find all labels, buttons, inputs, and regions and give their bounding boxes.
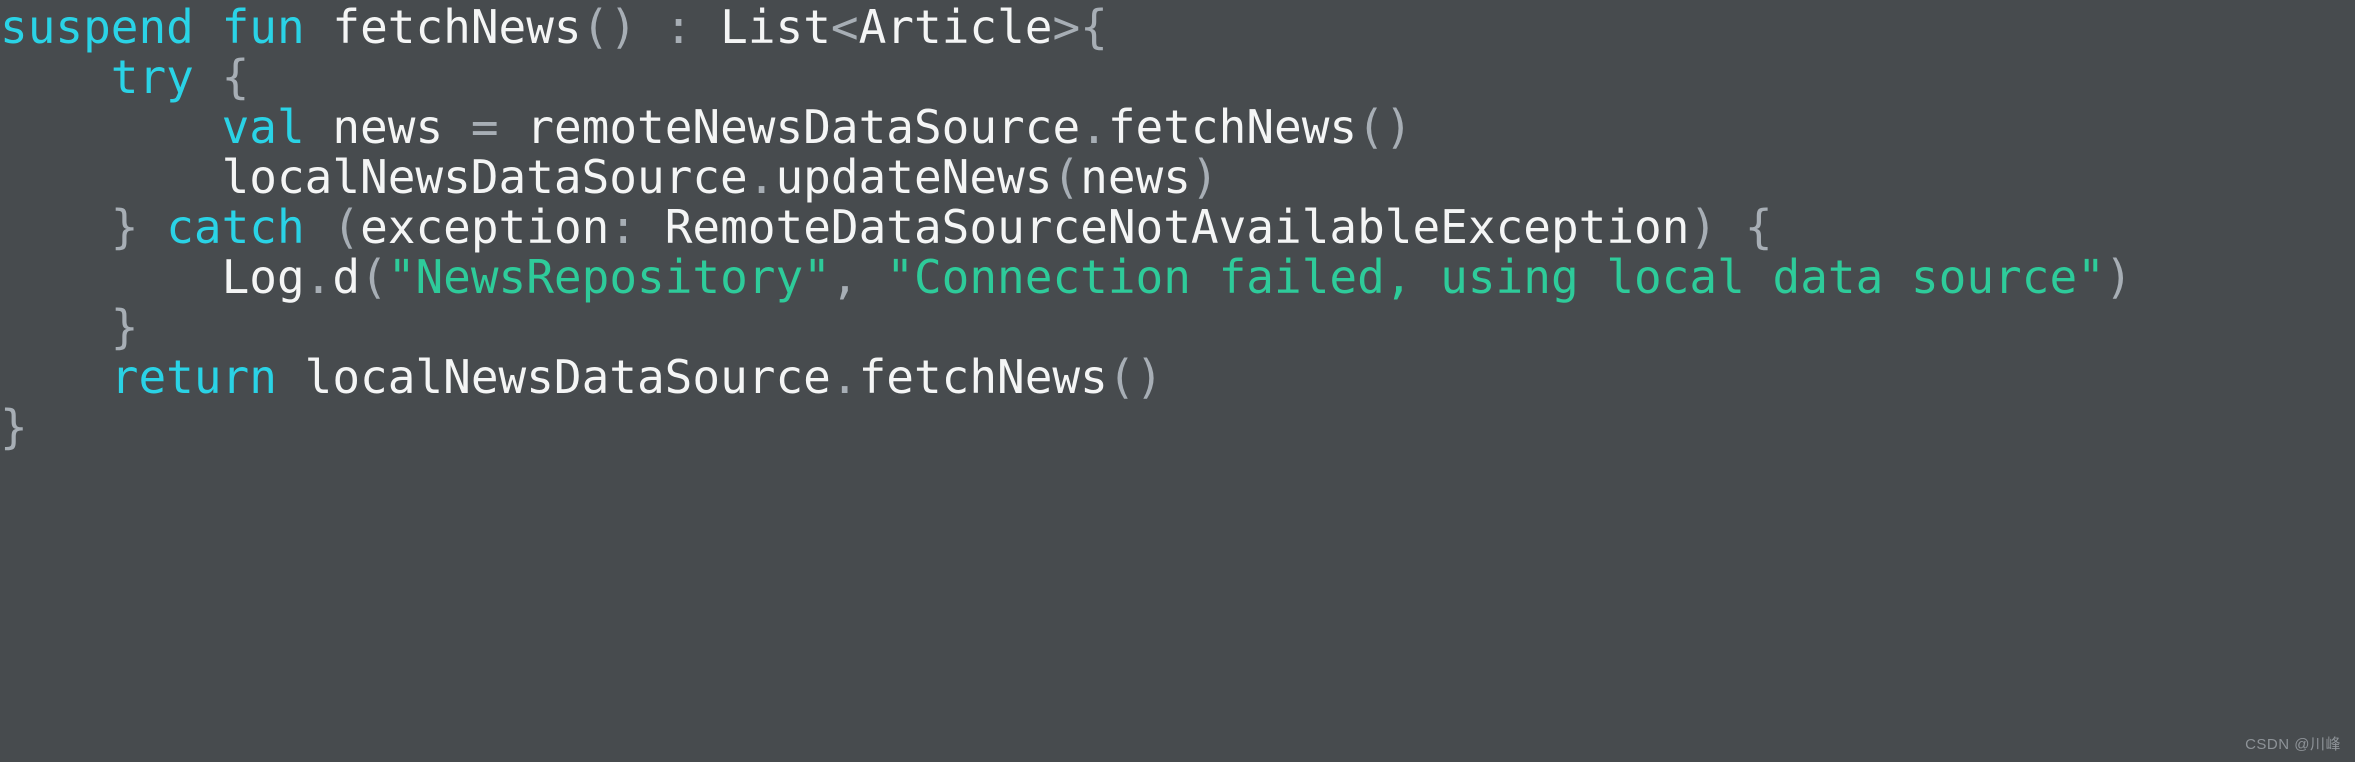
code-token-punc (0, 350, 111, 404)
code-line: suspend fun fetchNews() : List<Article>{ (0, 2, 2355, 52)
code-token-punc: ) (1190, 150, 1219, 204)
code-token-ident: d (332, 250, 361, 304)
code-editor[interactable]: suspend fun fetchNews() : List<Article>{… (0, 0, 2355, 762)
code-token-punc (0, 300, 111, 354)
watermark-label: CSDN @川峰 (2245, 736, 2341, 753)
code-line: return localNewsDataSource.fetchNews() (0, 352, 2355, 402)
code-token-punc (0, 200, 111, 254)
code-token-punc (277, 350, 305, 404)
code-token-punc (305, 0, 333, 54)
code-token-punc: () (1357, 100, 1413, 154)
code-content[interactable]: suspend fun fetchNews() : List<Article>{… (0, 0, 2355, 452)
code-token-kw: suspend (0, 0, 194, 54)
code-token-str: "Connection failed, using local data sou… (886, 250, 2105, 304)
code-token-punc: . (747, 150, 776, 204)
code-token-ident: List (720, 0, 831, 54)
code-token-punc: ) (2104, 250, 2133, 304)
code-token-punc: . (830, 350, 859, 404)
code-token-punc (0, 250, 222, 304)
code-token-punc: } (110, 300, 139, 354)
code-line: try { (0, 52, 2355, 102)
code-token-punc: . (304, 250, 333, 304)
code-token-punc: , (830, 250, 859, 304)
code-token-punc: : (609, 200, 638, 254)
code-token-punc (637, 200, 665, 254)
code-token-punc: { (1717, 200, 1773, 254)
code-token-ident: fetchNews (1107, 100, 1358, 154)
code-token-punc (637, 0, 665, 54)
code-line: val news = remoteNewsDataSource.fetchNew… (0, 102, 2355, 152)
code-token-kw: try (110, 50, 194, 104)
code-token-punc: } (0, 400, 28, 454)
code-token-ident: fetchNews (332, 0, 582, 54)
code-token-kw: val (221, 100, 305, 154)
code-token-punc: : (664, 0, 693, 54)
code-token-punc (859, 250, 887, 304)
code-token-ident: news (1080, 150, 1191, 204)
code-line: } catch (exception: RemoteDataSourceNotA… (0, 202, 2355, 252)
code-token-punc: ( (332, 200, 361, 254)
code-token-ident: news (332, 100, 444, 154)
code-token-punc (194, 0, 222, 54)
code-token-punc (0, 50, 111, 104)
code-token-punc: >{ (1052, 0, 1108, 54)
code-token-kw: return (110, 350, 277, 404)
code-token-ident: Log (221, 250, 305, 304)
code-token-punc (443, 100, 471, 154)
code-token-kw: fun (221, 0, 305, 54)
code-token-ident: updateNews (775, 150, 1053, 204)
code-token-punc (0, 150, 222, 204)
code-token-punc (305, 200, 333, 254)
code-token-punc: () (581, 0, 638, 54)
code-line: localNewsDataSource.updateNews(news) (0, 152, 2355, 202)
code-token-punc (138, 200, 166, 254)
code-line: } (0, 402, 2355, 452)
code-token-ident: fetchNews (858, 350, 1108, 404)
code-token-punc: () (1107, 350, 1164, 404)
code-token-punc: < (830, 0, 859, 54)
code-token-ident: exception (360, 200, 610, 254)
code-token-punc: { (193, 50, 250, 104)
code-token-punc (0, 100, 222, 154)
code-line: } (0, 302, 2355, 352)
code-token-ident: Article (858, 0, 1053, 54)
code-token-punc (499, 100, 527, 154)
code-token-punc (305, 100, 333, 154)
code-token-ident: localNewsDataSource (221, 150, 748, 204)
code-token-ident: localNewsDataSource (304, 350, 831, 404)
code-token-punc: ) (1689, 200, 1718, 254)
code-token-ident: RemoteDataSourceNotAvailableException (664, 200, 1690, 254)
code-token-punc: ( (1052, 150, 1081, 204)
code-token-punc: ( (360, 250, 388, 304)
code-line: Log.d("NewsRepository", "Connection fail… (0, 252, 2355, 302)
code-token-punc (692, 0, 720, 54)
code-token-str: "NewsRepository" (387, 250, 831, 304)
code-token-punc: = (470, 100, 499, 154)
code-token-punc: . (1080, 100, 1108, 154)
code-token-punc: } (110, 200, 139, 254)
code-token-ident: remoteNewsDataSource (526, 100, 1081, 154)
code-token-kw: catch (166, 200, 305, 254)
